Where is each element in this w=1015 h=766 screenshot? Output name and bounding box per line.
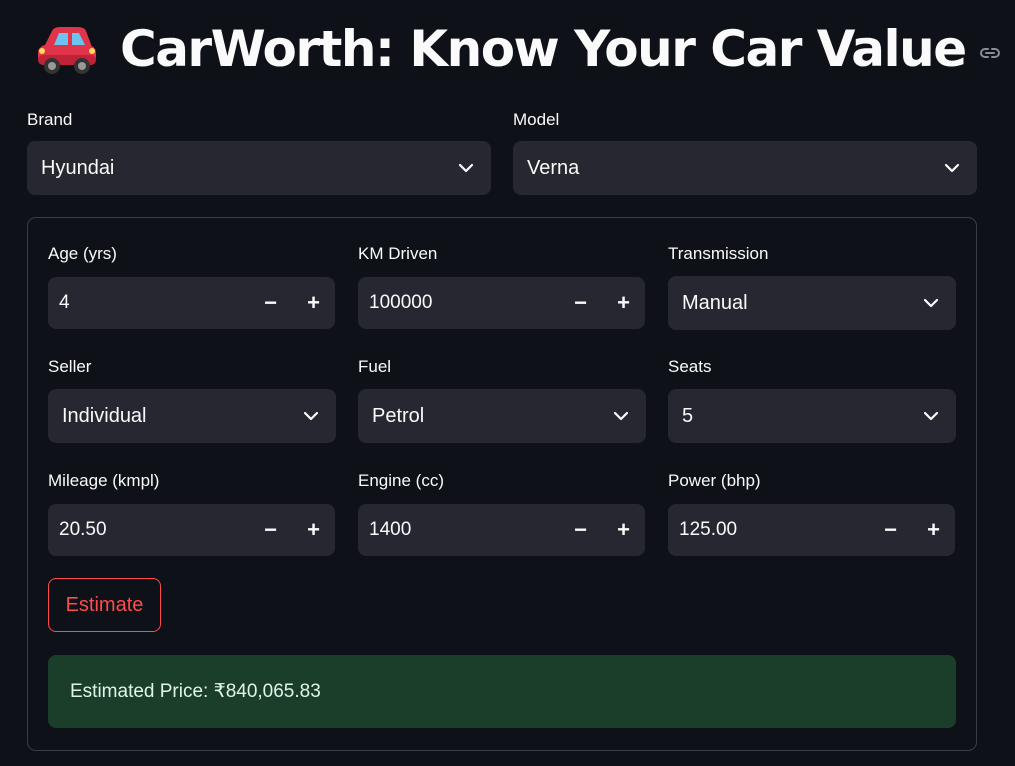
transmission-label: Transmission — [668, 244, 769, 263]
age-value: 4 — [59, 292, 70, 313]
seller-label: Seller — [48, 357, 92, 376]
brand-select[interactable]: Hyundai — [27, 141, 491, 195]
seats-label: Seats — [668, 357, 712, 376]
km-label: KM Driven — [358, 244, 438, 263]
age-label: Age (yrs) — [48, 244, 117, 263]
chevron-down-icon — [944, 163, 960, 173]
chevron-down-icon — [923, 411, 939, 421]
model-select[interactable]: Verna — [513, 141, 977, 195]
seller-select[interactable]: Individual — [48, 389, 336, 443]
power-increment-button[interactable]: + — [912, 504, 955, 556]
transmission-value: Manual — [682, 291, 748, 314]
mileage-value: 20.50 — [59, 519, 107, 540]
power-label: Power (bhp) — [668, 471, 761, 490]
estimated-price-text: Estimated Price: ₹840,065.83 — [70, 681, 321, 702]
km-value: 100000 — [369, 292, 433, 313]
km-decrement-button[interactable]: − — [559, 277, 602, 329]
power-input[interactable]: 125.00 − + — [668, 504, 955, 556]
mileage-increment-button[interactable]: + — [292, 504, 335, 556]
fuel-label: Fuel — [358, 357, 392, 376]
brand-value: Hyundai — [41, 156, 115, 179]
transmission-select[interactable]: Manual — [668, 276, 956, 330]
model-value: Verna — [527, 156, 580, 179]
fuel-value: Petrol — [372, 404, 425, 427]
engine-input[interactable]: 1400 − + — [358, 504, 645, 556]
age-increment-button[interactable]: + — [292, 277, 335, 329]
title-row: CarWorth: Know Your Car Value — [34, 14, 1002, 84]
chevron-down-icon — [303, 411, 319, 421]
engine-increment-button[interactable]: + — [602, 504, 645, 556]
mileage-label: Mileage (kmpl) — [48, 471, 160, 490]
engine-decrement-button[interactable]: − — [559, 504, 602, 556]
brand-label: Brand — [27, 110, 73, 129]
seller-value: Individual — [62, 404, 147, 427]
power-decrement-button[interactable]: − — [869, 504, 912, 556]
engine-value: 1400 — [369, 519, 412, 540]
estimated-price-alert: Estimated Price: ₹840,065.83 — [48, 655, 956, 728]
age-input[interactable]: 4 − + — [48, 277, 335, 329]
page-title: CarWorth: Know Your Car Value — [120, 20, 967, 78]
seats-select[interactable]: 5 — [668, 389, 956, 443]
estimate-button[interactable]: Estimate — [48, 578, 161, 632]
app-page: CarWorth: Know Your Car Value Brand Hyun… — [0, 0, 1015, 766]
fuel-select[interactable]: Petrol — [358, 389, 646, 443]
km-increment-button[interactable]: + — [602, 277, 645, 329]
seats-value: 5 — [682, 404, 694, 427]
chevron-down-icon — [458, 163, 474, 173]
age-decrement-button[interactable]: − — [249, 277, 292, 329]
link-icon[interactable] — [978, 41, 1002, 65]
km-input[interactable]: 100000 − + — [358, 277, 645, 329]
red-car-icon — [38, 27, 96, 74]
chevron-down-icon — [613, 411, 629, 421]
chevron-down-icon — [923, 298, 939, 308]
power-value: 125.00 — [679, 519, 738, 540]
mileage-decrement-button[interactable]: − — [249, 504, 292, 556]
mileage-input[interactable]: 20.50 − + — [48, 504, 335, 556]
model-label: Model — [513, 110, 560, 129]
engine-label: Engine (cc) — [358, 471, 444, 490]
